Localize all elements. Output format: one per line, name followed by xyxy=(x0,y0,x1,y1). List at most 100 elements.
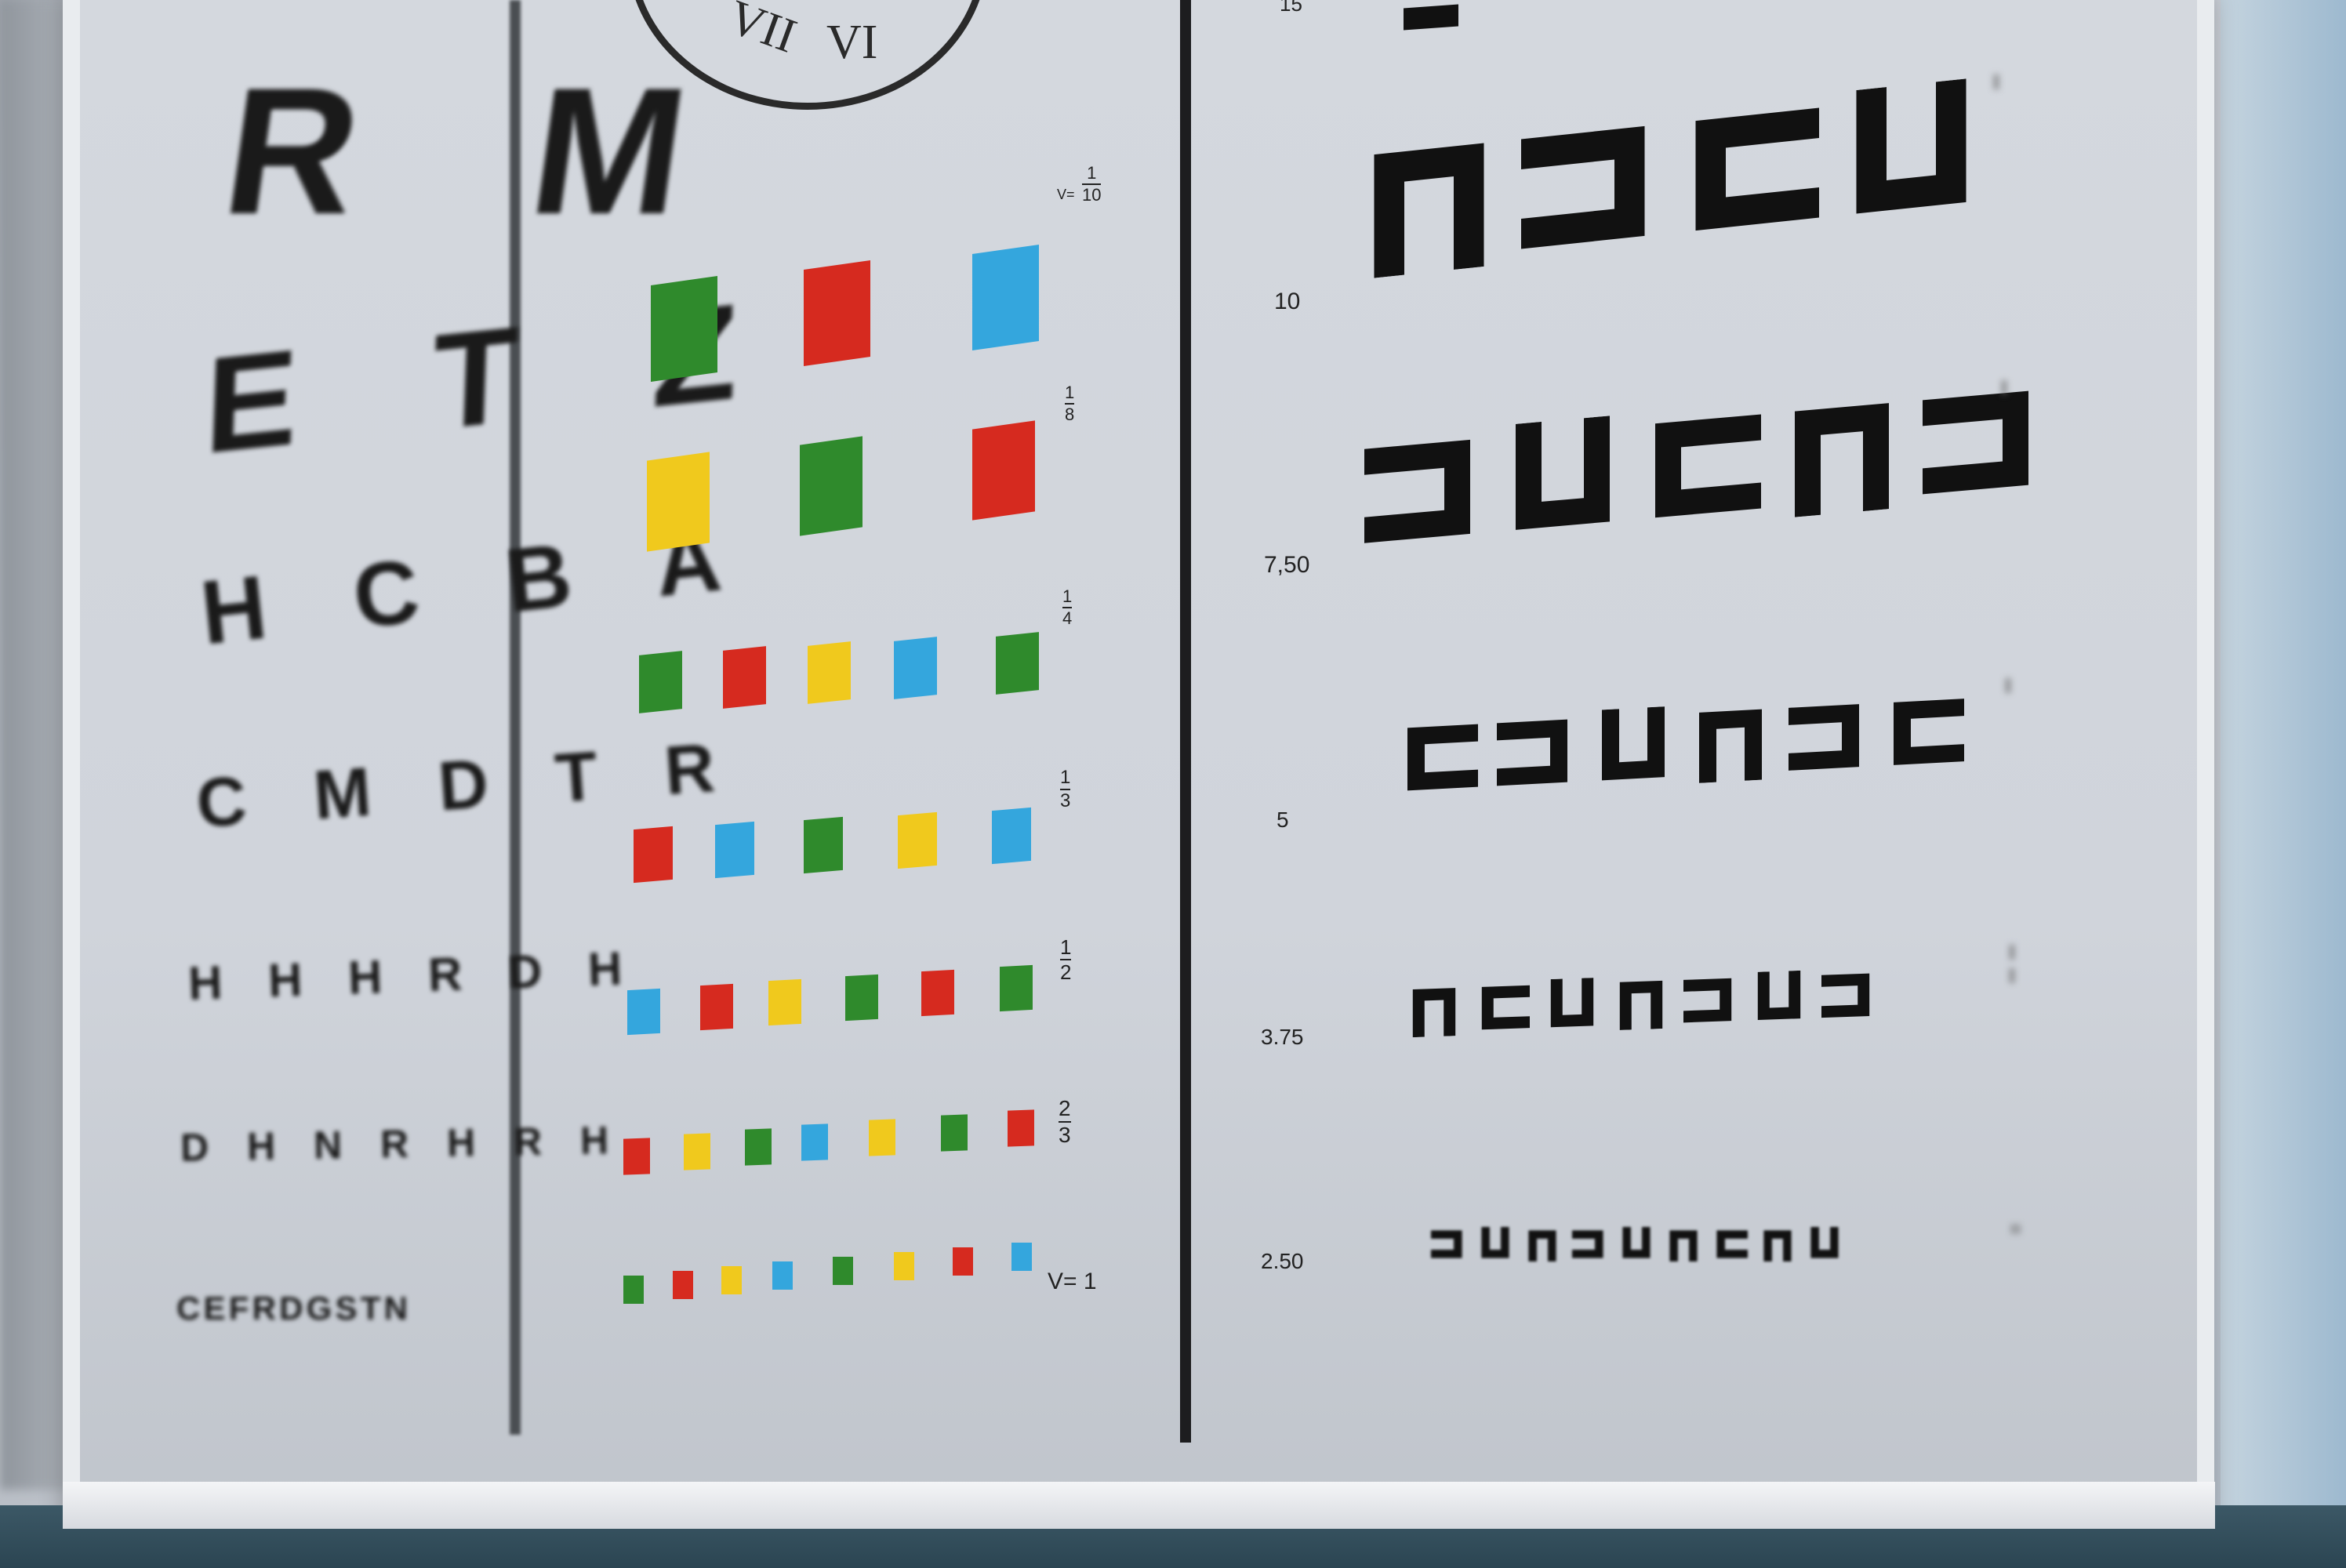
fraction-denominator: 3 xyxy=(1059,1123,1071,1147)
fraction-numerator: 1 xyxy=(1060,935,1072,959)
optotype-c-shape xyxy=(1476,980,1530,1039)
optotype-c-shape xyxy=(1682,94,1819,249)
fraction-numerator: 1 xyxy=(1062,586,1073,606)
wall-background xyxy=(2221,0,2346,1568)
color-square-green xyxy=(845,974,878,1021)
fraction-numerator: 2 xyxy=(1059,1096,1071,1120)
acuity-fraction: 14 xyxy=(1062,586,1073,628)
fraction-numerator: 1 xyxy=(1060,767,1071,788)
clock-numeral: VII xyxy=(721,0,804,64)
acuity-fraction: 1 10 xyxy=(1082,163,1102,205)
fraction-denominator: 4 xyxy=(1062,608,1073,628)
color-square-yellow xyxy=(768,978,801,1025)
fraction-denominator: 8 xyxy=(1065,405,1075,424)
color-square-green xyxy=(1000,964,1033,1011)
color-square-red xyxy=(921,969,954,1016)
optotype-n-shape xyxy=(1666,1227,1701,1265)
optotype-reverse-c-shape xyxy=(1683,973,1737,1032)
color-square-green xyxy=(941,1114,968,1152)
color-square-red xyxy=(634,826,673,883)
v-equals-one-label: V= 1 xyxy=(1048,1269,1097,1294)
fraction-denominator: 10 xyxy=(1082,185,1102,205)
color-square-yellow xyxy=(869,1119,895,1156)
optotype-c-shape xyxy=(1886,691,1964,777)
color-square-red xyxy=(700,983,733,1030)
letter-row: D H N R H R H xyxy=(180,1118,623,1170)
optotype-u-shape xyxy=(1807,1227,1842,1265)
color-square-red xyxy=(953,1247,973,1276)
optotype-c-shape xyxy=(1713,1227,1748,1265)
v-prefix-label: V= xyxy=(1057,187,1075,202)
color-square-green xyxy=(833,1257,853,1285)
optotype-reverse-c-shape xyxy=(1821,968,1875,1027)
optotype-u-shape xyxy=(1504,415,1622,546)
letter-row: CEFRDGSTN xyxy=(176,1290,412,1327)
acuity-value-label: 10 xyxy=(1274,289,1301,314)
color-square-blue xyxy=(972,245,1039,351)
optotype-reverse-c-shape xyxy=(1364,427,1482,559)
acuity-fraction: 18 xyxy=(1065,384,1075,424)
color-square-red xyxy=(723,645,766,710)
acuity-value-label: 7,50 xyxy=(1264,552,1310,578)
color-square-blue xyxy=(627,988,660,1035)
row-edge-mark: ≡ xyxy=(2004,1223,2028,1236)
acuity-fraction: 13 xyxy=(1060,767,1071,811)
color-square-red xyxy=(804,260,870,367)
optotype-u-shape xyxy=(1545,978,1599,1036)
acuity-fraction: 12 xyxy=(1060,935,1072,984)
acuity-fraction: 23 xyxy=(1059,1098,1071,1146)
color-square-yellow xyxy=(894,1252,914,1280)
color-square-blue xyxy=(894,636,937,700)
color-square-green xyxy=(800,436,862,536)
color-square-yellow xyxy=(721,1266,742,1294)
optotype-reverse-c-shape xyxy=(1497,711,1575,797)
optotype-u-shape xyxy=(1619,1227,1654,1265)
optotype-u-shape xyxy=(1478,1227,1513,1265)
fraction-denominator: 3 xyxy=(1060,790,1071,811)
color-square-yellow xyxy=(898,812,937,869)
row-edge-mark: ‖ xyxy=(1985,71,2008,94)
row-edge-mark: ‖ xyxy=(1996,674,2020,698)
fraction-numerator: 1 xyxy=(1087,163,1097,183)
color-square-red xyxy=(1008,1109,1034,1147)
row-edge-mark: ‖‖ xyxy=(2000,941,2024,988)
optotype-reverse-c-shape xyxy=(1431,1227,1465,1265)
optotype-u-shape xyxy=(1594,706,1672,793)
color-square-green xyxy=(745,1128,772,1166)
optotype-n-shape xyxy=(1360,128,1498,283)
color-square-blue xyxy=(772,1261,793,1290)
color-square-green xyxy=(651,276,717,383)
optotype-n-shape xyxy=(1691,701,1770,787)
color-square-green xyxy=(639,650,682,714)
color-square-yellow xyxy=(647,452,710,552)
optotype-n-shape xyxy=(1760,1227,1795,1265)
color-square-green xyxy=(623,1276,644,1304)
optotype-c-shape xyxy=(1400,717,1478,803)
color-square-blue xyxy=(1011,1243,1032,1271)
color-square-red xyxy=(623,1138,650,1175)
color-square-red xyxy=(673,1271,693,1299)
color-square-green xyxy=(996,631,1039,695)
center-divider-line xyxy=(1180,0,1191,1443)
optotype-n-shape xyxy=(1525,1227,1560,1265)
row-edge-mark: ‖ xyxy=(1992,376,2016,400)
optotype-u-shape xyxy=(1752,970,1806,1029)
acuity-value-label: 5 xyxy=(1276,808,1289,832)
optotype-n-shape xyxy=(1783,390,1901,522)
fraction-denominator: 2 xyxy=(1060,960,1072,984)
clock-numeral: VI xyxy=(826,16,878,69)
acuity-value-label: 15 xyxy=(1280,0,1302,16)
acuity-value-label: 3.75 xyxy=(1261,1025,1304,1049)
chart-frame-bottom-rail xyxy=(63,1482,2215,1529)
acuity-value-label: 2.50 xyxy=(1261,1249,1304,1273)
color-square-blue xyxy=(992,808,1031,864)
optotype-reverse-c-shape xyxy=(1923,378,2040,510)
color-square-green xyxy=(804,817,843,873)
color-square-yellow xyxy=(808,641,851,705)
color-square-blue xyxy=(715,822,754,878)
letter-row: R M xyxy=(212,50,762,252)
optotype-reverse-c-shape xyxy=(1572,1227,1607,1265)
optotype-row xyxy=(1431,1227,1842,1265)
optotype-u-shape xyxy=(1843,77,1980,232)
optotype-c-shape xyxy=(1643,402,1761,534)
